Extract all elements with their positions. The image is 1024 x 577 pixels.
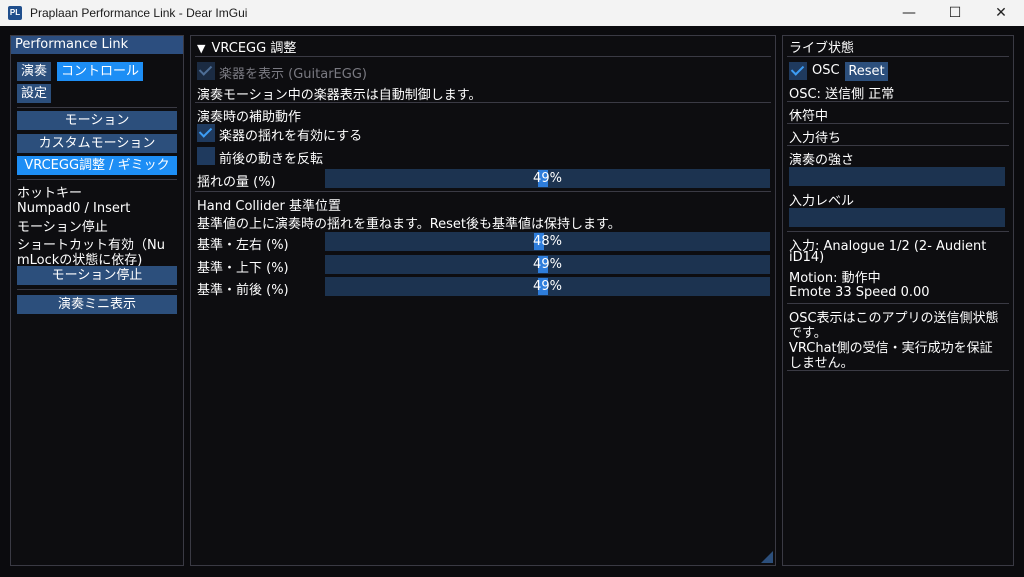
- custom-motion-button[interactable]: カスタムモーション: [17, 134, 177, 153]
- invert-motion-checkbox[interactable]: [197, 147, 215, 165]
- auto-control-note: 演奏モーション中の楽器表示は自動制御します。: [197, 88, 482, 103]
- base-fb-value: 49%: [533, 279, 562, 294]
- close-button[interactable]: ✕: [978, 0, 1024, 26]
- collider-note: 基準値の上に演奏時の揺れを重ねます。Reset後も基準値は保持します。: [197, 217, 621, 232]
- maximize-button[interactable]: ☐: [932, 0, 978, 26]
- input-device-line2: iD14): [789, 250, 825, 265]
- tab-play[interactable]: 演奏: [17, 62, 51, 81]
- mini-display-button[interactable]: 演奏ミニ表示: [17, 295, 177, 314]
- divider: [195, 56, 771, 57]
- base-ud-label: 基準・上下 (%): [197, 261, 289, 276]
- state-idle: 休符中: [789, 109, 829, 124]
- motion-status: Motion: 動作中: [789, 271, 881, 286]
- stop-motion-button[interactable]: モーション停止: [17, 266, 177, 285]
- emote-status: Emote 33 Speed 0.00: [789, 285, 930, 300]
- sway-amount-value: 49%: [533, 171, 562, 186]
- resize-grip-icon[interactable]: [761, 551, 773, 563]
- osc-checkbox[interactable]: [789, 62, 807, 80]
- hotkey-keys: Numpad0 / Insert: [17, 201, 131, 216]
- divider: [787, 101, 1009, 102]
- divider: [787, 145, 1009, 146]
- base-fb-slider[interactable]: 49%: [325, 277, 770, 296]
- divider: [787, 303, 1009, 304]
- divider: [17, 289, 177, 290]
- section-title: VRCEGG 調整: [211, 41, 297, 56]
- invert-motion-label: 前後の動きを反転: [219, 152, 324, 167]
- app-icon: PL: [8, 6, 22, 20]
- performance-link-panel: Performance Link 演奏 コントロール 設定 モーション カスタム…: [10, 35, 184, 566]
- divider: [787, 56, 1009, 57]
- base-ud-value: 49%: [533, 257, 562, 272]
- vrcegg-gimmick-button[interactable]: VRCEGG調整 / ギミック: [17, 156, 177, 175]
- strength-meter: [789, 167, 1005, 186]
- osc-status: OSC: 送信側 正常: [789, 87, 895, 102]
- base-ud-slider[interactable]: 49%: [325, 255, 770, 274]
- tab-settings[interactable]: 設定: [17, 84, 51, 103]
- reset-button[interactable]: Reset: [845, 62, 888, 81]
- minimize-button[interactable]: —: [886, 0, 932, 26]
- base-lr-label: 基準・左右 (%): [197, 238, 289, 253]
- collider-header: Hand Collider 基準位置: [197, 199, 341, 214]
- panel-title: Performance Link: [11, 36, 183, 54]
- sway-amount-label: 揺れの量 (%): [197, 175, 276, 190]
- divider: [787, 231, 1009, 232]
- hotkey-label: ホットキー: [17, 186, 83, 201]
- app-client-area: Performance Link 演奏 コントロール 設定 モーション カスタム…: [0, 26, 1024, 577]
- live-status-panel: ライブ状態 OSC Reset OSC: 送信側 正常 休符中 入力待ち 演奏の…: [782, 35, 1014, 566]
- tab-control[interactable]: コントロール: [57, 62, 143, 81]
- collapse-triangle-icon: ▼: [197, 42, 206, 55]
- assist-header: 演奏時の補助動作: [197, 110, 302, 125]
- divider: [195, 191, 771, 192]
- show-instrument-checkbox[interactable]: [197, 62, 215, 80]
- section-header[interactable]: ▼ VRCEGG 調整: [197, 37, 296, 56]
- osc-label: OSC: [812, 63, 840, 78]
- input-wait: 入力待ち: [789, 131, 842, 146]
- show-instrument-label: 楽器を表示 (GuitarEGG): [219, 67, 367, 82]
- divider: [787, 370, 1009, 371]
- panel-title: ライブ状態: [789, 41, 855, 56]
- divider: [195, 102, 771, 103]
- input-level-label: 入力レベル: [789, 194, 855, 209]
- enable-sway-checkbox[interactable]: [197, 124, 215, 142]
- input-level-meter: [789, 208, 1005, 227]
- sway-amount-slider[interactable]: 49%: [325, 169, 770, 188]
- divider: [17, 107, 177, 108]
- base-fb-label: 基準・前後 (%): [197, 283, 289, 298]
- divider: [17, 179, 177, 180]
- strength-label: 演奏の強さ: [789, 153, 855, 168]
- hotkey-action: モーション停止: [17, 220, 108, 235]
- vrcegg-adjust-panel: ▼ VRCEGG 調整 楽器を表示 (GuitarEGG) 演奏モーション中の楽器…: [190, 35, 776, 566]
- base-lr-slider[interactable]: 48%: [325, 232, 770, 251]
- window-titlebar: PL Praplaan Performance Link - Dear ImGu…: [0, 0, 1024, 26]
- window-title: Praplaan Performance Link - Dear ImGui: [30, 6, 248, 20]
- osc-note-line4: しません。: [789, 356, 854, 371]
- motion-button[interactable]: モーション: [17, 111, 177, 130]
- divider: [787, 123, 1009, 124]
- enable-sway-label: 楽器の揺れを有効にする: [219, 129, 363, 144]
- base-lr-value: 48%: [533, 234, 562, 249]
